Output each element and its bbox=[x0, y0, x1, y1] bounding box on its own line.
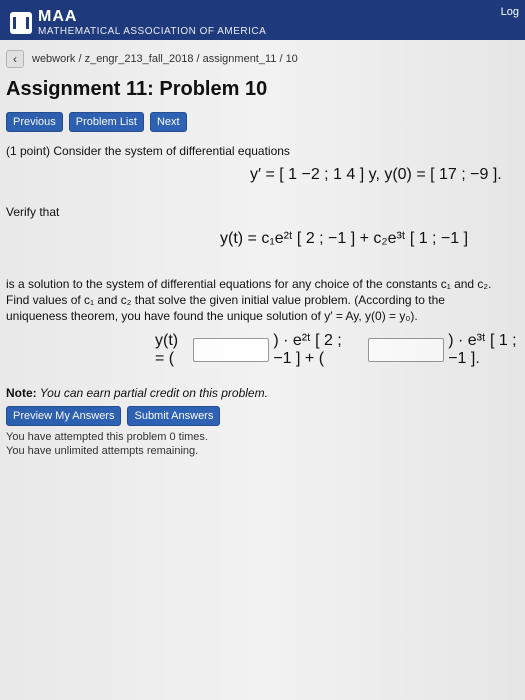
breadcrumb: ‹ webwork / z_engr_213_fall_2018 / assig… bbox=[6, 46, 298, 72]
c2-input[interactable] bbox=[368, 338, 445, 362]
logo-subtitle: MATHEMATICAL ASSOCIATION OF AMERICA bbox=[38, 26, 267, 37]
submit-answers-button[interactable]: Submit Answers bbox=[127, 406, 221, 426]
content-area: ‹ webwork / z_engr_213_fall_2018 / assig… bbox=[0, 40, 525, 700]
system-equation: y′ = [ 1 −2 ; 1 4 ] y, y(0) = [ 17 ; −9 … bbox=[250, 166, 502, 184]
general-solution: y(t) = c₁e²ᵗ [ 2 ; −1 ] + c₂e³ᵗ [ 1 ; −1… bbox=[220, 230, 468, 248]
back-button[interactable]: ‹ bbox=[6, 50, 24, 68]
problem-list-button[interactable]: Problem List bbox=[68, 112, 144, 132]
note-text: You can earn partial credit on this prob… bbox=[39, 386, 268, 400]
problem-intro: (1 point) Consider the system of differe… bbox=[6, 144, 290, 158]
next-button[interactable]: Next bbox=[149, 112, 187, 132]
note-label: Note: bbox=[6, 386, 37, 400]
partial-credit-note: Note: You can earn partial credit on thi… bbox=[6, 386, 268, 400]
attempts-remaining: You have unlimited attempts remaining. bbox=[6, 445, 199, 457]
answer-prefix: y(t) = ( bbox=[155, 332, 179, 367]
system-equation-text: y′ = [ 1 −2 ; 1 4 ] y, y(0) = [ 17 ; −9 … bbox=[250, 166, 502, 183]
logo-text: MAA bbox=[38, 8, 78, 25]
answer-actions: Preview My Answers Submit Answers bbox=[6, 406, 221, 426]
maa-logo: MAA MATHEMATICAL ASSOCIATION OF AMERICA bbox=[10, 8, 266, 37]
problem-explanation: is a solution to the system of different… bbox=[6, 277, 492, 323]
problem-nav: Previous Problem List Next bbox=[6, 112, 187, 132]
previous-button[interactable]: Previous bbox=[6, 112, 63, 132]
top-bar: MAA MATHEMATICAL ASSOCIATION OF AMERICA … bbox=[0, 0, 525, 40]
answer-row: y(t) = ( ) · e²ᵗ [ 2 ; −1 ] + ( ) · e³ᵗ … bbox=[155, 332, 525, 368]
breadcrumb-path: webwork / z_engr_213_fall_2018 / assignm… bbox=[32, 53, 298, 65]
verify-label: Verify that bbox=[6, 205, 60, 219]
maa-logo-icon bbox=[10, 11, 32, 34]
general-solution-text: y(t) = c₁e²ᵗ [ 2 ; −1 ] + c₂e³ᵗ [ 1 ; −1… bbox=[220, 230, 469, 247]
screenshot-frame: MAA MATHEMATICAL ASSOCIATION OF AMERICA … bbox=[0, 0, 525, 700]
preview-answers-button[interactable]: Preview My Answers bbox=[6, 406, 122, 426]
attempt-status: You have attempted this problem 0 times.… bbox=[6, 430, 208, 458]
page-title: Assignment 11: Problem 10 bbox=[6, 78, 268, 100]
chevron-left-icon: ‹ bbox=[13, 52, 17, 66]
attempt-count: You have attempted this problem 0 times. bbox=[6, 431, 208, 443]
answer-suffix: ) · e³ᵗ [ 1 ; −1 ]. bbox=[448, 332, 517, 367]
c1-input[interactable] bbox=[193, 338, 270, 362]
login-link[interactable]: Log bbox=[501, 6, 519, 18]
answer-mid: ) · e²ᵗ [ 2 ; −1 ] + ( bbox=[273, 332, 342, 367]
